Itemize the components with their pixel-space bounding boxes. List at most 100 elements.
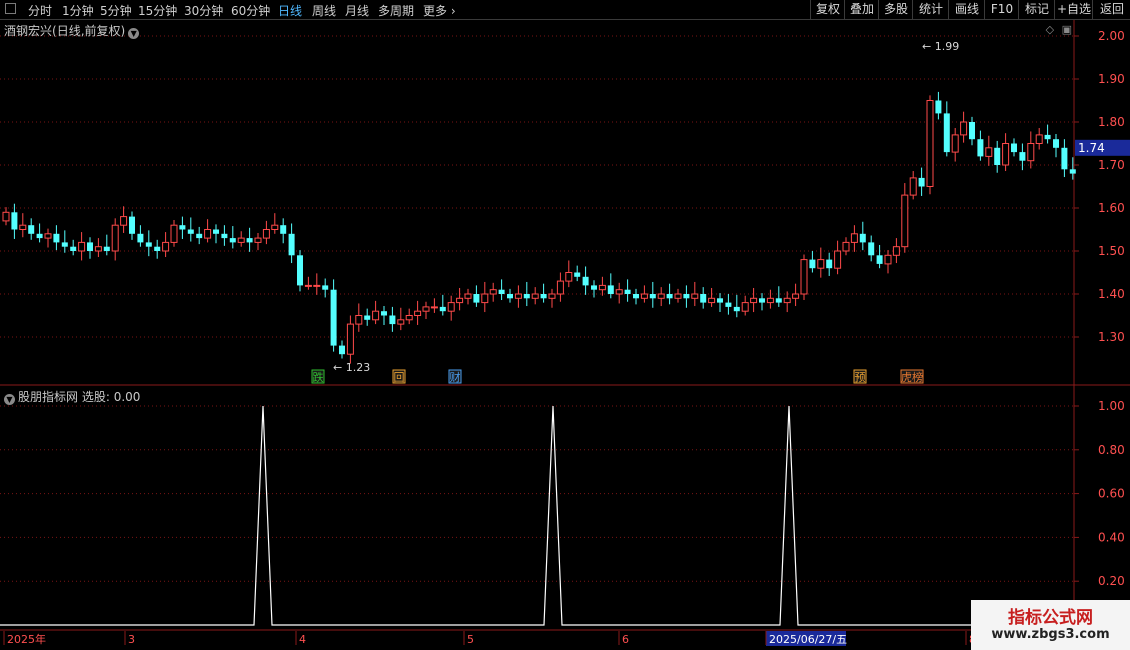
candle-body: [926, 100, 934, 187]
candle-body: [649, 294, 656, 299]
candle-body: [489, 289, 497, 295]
candle-body: [1044, 134, 1051, 140]
candle-body: [759, 298, 765, 303]
candle-body: [339, 345, 345, 355]
candlestick-series: [2, 91, 1076, 364]
watermark-logo: 指标公式网 www.zbgs3.com: [971, 600, 1130, 650]
candle-body: [137, 233, 144, 243]
select-value: 0.00: [113, 390, 141, 404]
candle-body: [565, 272, 573, 282]
price-tick-label: 1.60: [1098, 201, 1125, 215]
candle-body: [346, 323, 354, 355]
candle-body: [607, 285, 614, 294]
candle-body: [456, 297, 464, 304]
candle-body: [481, 293, 489, 304]
date-label: 2025年: [7, 632, 46, 646]
candle-body: [859, 233, 866, 243]
candle-body: [304, 284, 312, 287]
candle-body: [1011, 143, 1017, 153]
candle-body: [540, 294, 547, 299]
candle-body: [1035, 134, 1043, 144]
candle-body: [548, 293, 556, 299]
candle-body: [280, 225, 287, 234]
kline-chart[interactable]: 2.00 1.90 1.80 1.70 1.60 1.50 1.40 1.30 1.74 1.00…: [0, 0, 1130, 650]
chevron-down-icon[interactable]: ▼: [128, 28, 140, 39]
candle-body: [960, 121, 968, 136]
price-tick-label: 2.00: [1098, 29, 1125, 43]
window-icon[interactable]: ▣: [1062, 23, 1072, 36]
candle-body: [1053, 139, 1059, 148]
candle-body: [372, 310, 380, 321]
candle-body: [523, 294, 530, 299]
candle-body: [1019, 152, 1026, 161]
candle-body: [397, 319, 405, 325]
candle-body: [598, 284, 606, 291]
candle-body: [313, 284, 321, 287]
candle-body: [271, 224, 279, 230]
candle-body: [145, 242, 152, 247]
candle-body: [70, 246, 77, 251]
candle-body: [422, 306, 430, 312]
candle-body: [717, 298, 723, 303]
candle-body: [733, 306, 740, 312]
candle-body: [78, 241, 86, 252]
candle-body: [1002, 143, 1010, 166]
indicator-tick-label: 1.00: [1098, 399, 1125, 413]
candle-body: [868, 242, 875, 256]
candle-body: [943, 113, 950, 153]
candle-body: [800, 259, 808, 295]
event-marker-label: 回: [394, 371, 405, 384]
date-label: 2025/06/27/五: [769, 633, 847, 646]
candle-body: [111, 224, 119, 252]
candle-body: [809, 259, 816, 269]
candle-body: [834, 250, 842, 269]
candle-body: [985, 147, 993, 157]
candle-body: [196, 233, 203, 239]
diamond-icon[interactable]: ◇: [1046, 23, 1054, 36]
candle-body: [430, 306, 438, 309]
price-tick-label: 1.90: [1098, 72, 1125, 86]
candle-body: [1061, 147, 1068, 170]
chevron-down-icon[interactable]: ▼: [4, 394, 15, 405]
candle-body: [154, 246, 161, 251]
signal-line: [0, 405, 1074, 626]
candle-body: [439, 306, 446, 312]
candle-body: [288, 233, 295, 256]
period-info: (日线,前复权): [52, 24, 126, 38]
candle-body: [36, 233, 43, 239]
candle-body: [498, 289, 505, 294]
select-label: 选股: [81, 390, 106, 404]
candle-body: [700, 294, 707, 303]
candle-body: [826, 259, 833, 269]
indicator-tick-label: 0.60: [1098, 487, 1125, 501]
candle-body: [750, 297, 758, 304]
candle-body: [783, 297, 791, 304]
candle-body: [556, 280, 564, 295]
candle-body: [766, 297, 774, 304]
candle-body: [741, 302, 749, 312]
candle-body: [909, 177, 917, 196]
candle-body: [221, 233, 228, 239]
candle-body: [389, 315, 396, 325]
candle-body: [179, 225, 186, 230]
indicator-name: 股朋指标网: [18, 390, 79, 404]
candle-body: [87, 242, 93, 251]
event-marker-label: 预: [855, 371, 866, 384]
candle-body: [876, 255, 883, 264]
event-marker-label: 虎榜: [901, 370, 923, 384]
candle-body: [574, 272, 581, 277]
candle-body: [170, 224, 178, 243]
candle-body: [674, 293, 682, 299]
candle-body: [246, 238, 253, 243]
candle-body: [842, 241, 850, 252]
candle-body: [969, 122, 975, 140]
candle-body: [901, 194, 909, 248]
candle-body: [11, 212, 18, 230]
candle-body: [237, 237, 245, 243]
price-tick-label: 1.50: [1098, 244, 1125, 258]
candle-body: [708, 297, 716, 304]
candle-body: [414, 310, 422, 317]
date-label: 3: [128, 633, 135, 646]
candle-body: [162, 241, 170, 252]
candle-body: [120, 216, 128, 226]
